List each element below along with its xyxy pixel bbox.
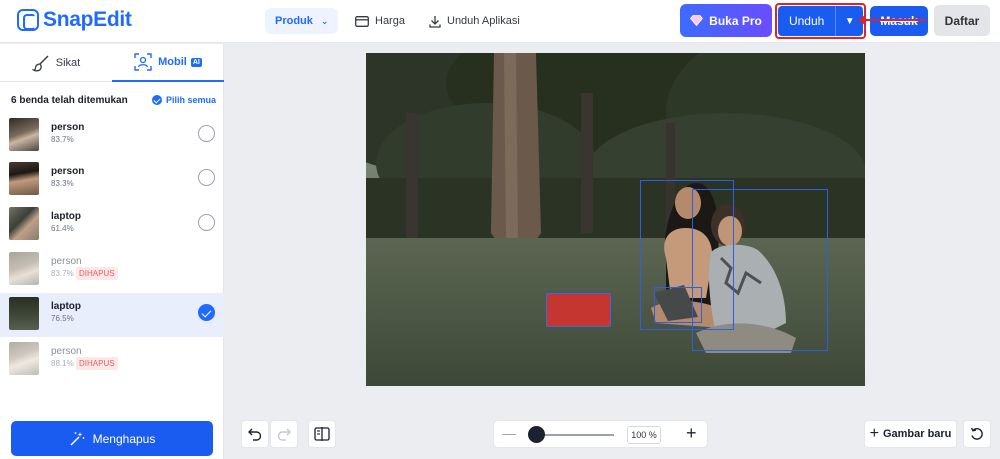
- chevron-down-icon: ⌄: [320, 15, 329, 26]
- credit-card-icon: [355, 15, 369, 27]
- object-thumbnail: [9, 118, 39, 151]
- reset-icon: [970, 427, 983, 440]
- object-name: person: [51, 166, 85, 177]
- remove-button[interactable]: Menghapus: [11, 421, 213, 456]
- object-row[interactable]: person 88.1% DIHAPUS: [0, 338, 224, 382]
- tab-sikat[interactable]: Sikat: [0, 44, 112, 82]
- tab-mobil-label: Mobil: [158, 56, 187, 68]
- object-name: laptop: [51, 301, 81, 312]
- compare-icon: [314, 427, 330, 441]
- gem-icon: [690, 15, 704, 26]
- zoom-slider-handle[interactable]: [528, 426, 545, 443]
- zoom-control: — 100 % +: [493, 420, 708, 448]
- plus-icon: +: [869, 425, 879, 442]
- object-row[interactable]: person 83.7%: [0, 114, 224, 158]
- tab-mobil[interactable]: Mobil AI: [112, 44, 224, 82]
- new-image-button[interactable]: + Gambar baru: [864, 420, 957, 448]
- buka-pro-label: Buka Pro: [709, 13, 762, 28]
- deleted-badge: DIHAPUS: [76, 267, 118, 280]
- nav-produk-label: Produk: [275, 15, 313, 27]
- redo-icon: [277, 428, 291, 441]
- check-circle-icon: [152, 95, 162, 105]
- object-row[interactable]: person 83.7% DIHAPUS: [0, 248, 224, 292]
- unduh-button-group: Unduh ▼: [775, 3, 866, 39]
- nav-unduh-aplikasi[interactable]: Unduh Aplikasi: [429, 8, 520, 34]
- left-sidebar: Sikat Mobil AI 6 benda telah ditemukan P…: [0, 44, 224, 459]
- undo-button[interactable]: [241, 420, 269, 448]
- logo-icon: [17, 9, 39, 31]
- object-name: laptop: [51, 211, 81, 222]
- object-score: 76.5%: [51, 314, 74, 323]
- tab-sikat-label: Sikat: [55, 57, 81, 69]
- ai-badge: AI: [190, 57, 202, 67]
- daftar-button[interactable]: Daftar: [934, 5, 990, 36]
- image-canvas[interactable]: [366, 53, 865, 386]
- object-row[interactable]: person 83.3%: [0, 158, 224, 202]
- annotation-arrow-line: [862, 19, 926, 21]
- compare-button[interactable]: [308, 420, 336, 448]
- removal-mask: [546, 293, 611, 327]
- object-score: 88.1%: [51, 359, 74, 368]
- nav-produk-dropdown[interactable]: Produk ⌄: [265, 8, 339, 34]
- detection-box: [654, 287, 702, 323]
- object-score: 83.7%: [51, 269, 74, 278]
- object-name: person: [51, 122, 85, 133]
- object-thumbnail: [9, 342, 39, 375]
- object-score: 83.3%: [51, 179, 74, 188]
- unduh-button[interactable]: Unduh: [778, 6, 836, 36]
- logo-text: SnapEdit: [43, 8, 132, 31]
- object-thumbnail: [9, 162, 39, 195]
- redo-button[interactable]: [270, 420, 298, 448]
- tool-tabs: Sikat Mobil AI: [0, 44, 224, 82]
- zoom-out-button[interactable]: —: [502, 425, 516, 441]
- objects-found-label: 6 benda telah ditemukan: [11, 95, 128, 106]
- object-thumbnail: [9, 297, 39, 330]
- top-header: SnapEdit Produk ⌄ Harga Unduh Aplikasi B…: [0, 0, 1000, 43]
- brush-icon: [31, 55, 49, 72]
- detection-box: [692, 189, 828, 351]
- deleted-badge: DIHAPUS: [76, 357, 118, 370]
- magic-wand-icon: [70, 431, 85, 446]
- nav-unduh-aplikasi-label: Unduh Aplikasi: [447, 15, 520, 27]
- object-thumbnail: [9, 207, 39, 240]
- buka-pro-button[interactable]: Buka Pro: [680, 4, 772, 37]
- select-all-button[interactable]: Pilih semua: [152, 95, 216, 105]
- new-image-label: Gambar baru: [882, 428, 952, 440]
- object-name: person: [51, 346, 82, 357]
- object-row[interactable]: laptop 61.4%: [0, 203, 224, 247]
- object-score: 83.7%: [51, 135, 74, 144]
- undo-icon: [248, 428, 262, 441]
- download-icon: [429, 15, 441, 28]
- object-select-radio[interactable]: [198, 214, 215, 231]
- nav-harga[interactable]: Harga: [355, 8, 405, 34]
- remove-button-label: Menghapus: [92, 431, 156, 446]
- object-select-radio[interactable]: [198, 125, 215, 142]
- nav-harga-label: Harga: [375, 15, 405, 27]
- annotation-arrow-head: [858, 15, 865, 25]
- object-name: person: [51, 256, 82, 267]
- logo[interactable]: SnapEdit: [17, 8, 132, 32]
- object-select-radio[interactable]: [198, 304, 215, 321]
- object-thumbnail: [9, 252, 39, 285]
- masuk-button[interactable]: Masuk: [870, 6, 928, 36]
- select-all-label: Pilih semua: [166, 95, 217, 105]
- object-row[interactable]: laptop 76.5%: [0, 293, 224, 337]
- zoom-value-field[interactable]: 100 %: [627, 426, 661, 444]
- reset-button[interactable]: [963, 420, 991, 448]
- caret-down-icon: ▼: [844, 15, 855, 27]
- zoom-in-button[interactable]: +: [686, 423, 697, 444]
- zoom-slider-track[interactable]: [536, 434, 614, 436]
- object-score: 61.4%: [51, 224, 74, 233]
- object-select-radio[interactable]: [198, 169, 215, 186]
- object-select-icon: [134, 53, 152, 71]
